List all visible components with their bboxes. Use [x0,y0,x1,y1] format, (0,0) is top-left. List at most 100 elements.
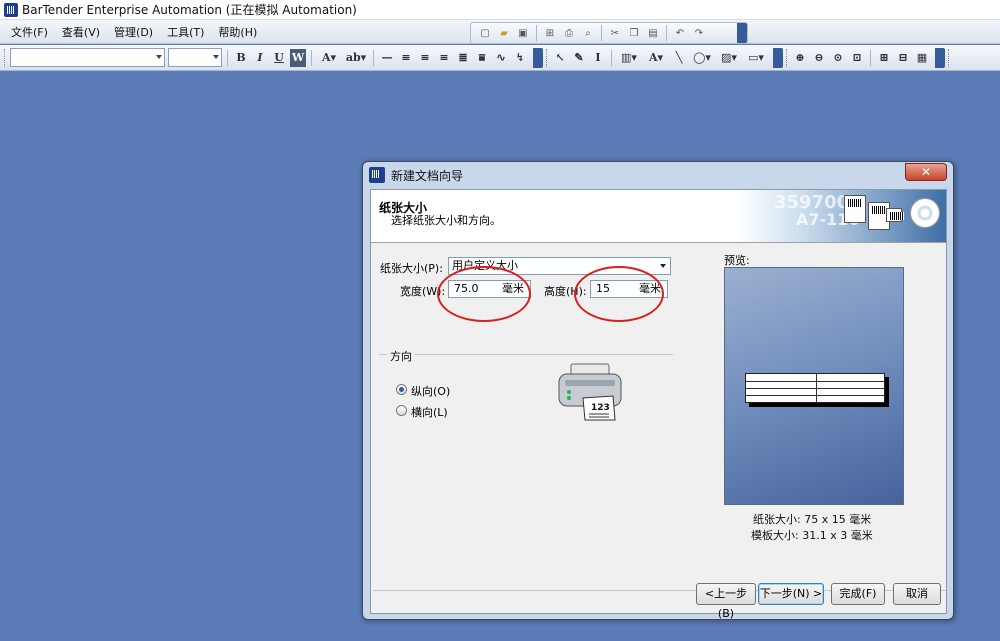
menu-admin[interactable]: 管理(D) [107,24,160,40]
toolbar-grip[interactable] [786,48,789,67]
align-left-icon[interactable]: ≡ [398,49,414,67]
font-size-combo[interactable] [168,48,222,67]
paste-icon[interactable]: ▤ [645,25,661,41]
toolbar-separator [373,49,374,66]
landscape-radio[interactable] [396,405,407,416]
ruler-icon[interactable]: ⊟ [895,49,911,67]
format-toolbar: B I U W A▾ ab▾ — ≡ ≡ ≡ ≣ ⩸ ∿ ↯ ↖ ✎ I ▥▾ … [0,45,1000,71]
picture-icon[interactable]: ▨▾ [717,49,741,67]
toolbar-overflow-chevron-icon[interactable] [533,47,543,68]
template-size-caption: 模板大小: 31.1 x 3 毫米 [751,529,873,542]
toolbar-overflow-chevron-icon[interactable] [773,47,783,68]
redo-icon[interactable]: ↷ [691,25,707,41]
justify-icon[interactable]: ≣ [455,49,471,67]
line-tool-icon[interactable]: ╲ [671,49,687,67]
zoom-in-icon[interactable]: ⊕ [792,49,808,67]
open-folder-icon[interactable]: ▰ [496,25,512,41]
label-grid-line [746,395,884,396]
pointer-icon[interactable]: ↖ [552,49,568,67]
new-document-wizard-dialog: 新建文档向导 ✕ 纸张大小 选择纸张大小和方向。 3597001 A7-116 … [362,161,954,620]
text-path-icon[interactable]: ∿ [493,49,509,67]
distribute-icon[interactable]: ⩸ [474,49,490,67]
zoom-out-icon[interactable]: ⊖ [811,49,827,67]
orientation-group-line [379,354,673,355]
print-preview-icon[interactable]: ⌕ [580,25,596,41]
text-object-icon[interactable]: A▾ [644,49,668,67]
underline-icon[interactable]: U [271,49,287,67]
bartender-app-icon [369,167,385,183]
align-right-icon[interactable]: ≡ [436,49,452,67]
toolbar-grip[interactable] [4,48,7,67]
menu-help[interactable]: 帮助(H) [211,24,264,40]
new-document-icon[interactable]: ▢ [477,25,493,41]
shape-icon[interactable]: ◯▾ [690,49,714,67]
landscape-label[interactable]: 横向(L) [411,404,448,420]
text-cursor-icon[interactable]: I [590,49,606,67]
toolbar-separator [601,25,602,41]
toolbar-separator [311,49,312,66]
dialog-body: 纸张大小 选择纸张大小和方向。 3597001 A7-116 纸张大小(P): … [370,189,947,620]
bartender-app-icon [4,2,18,17]
label-card-icon [844,195,866,223]
paper-size-caption: 纸张大小: 75 x 15 毫米 [753,513,872,526]
chevron-down-icon [156,55,162,59]
toolbar-overflow-chevron-icon[interactable] [935,47,945,68]
zoom-reset-icon[interactable]: ⊙ [830,49,846,67]
wizard-banner-image: 3597001 A7-116 [736,190,946,242]
zoom-fit-icon[interactable]: ⊡ [849,49,865,67]
menu-tools[interactable]: 工具(T) [160,24,211,40]
copy-icon[interactable]: ❐ [626,25,642,41]
bold-icon[interactable]: B [233,49,249,67]
paper-preview-pane [724,267,904,505]
wizard-step-subtitle: 选择纸张大小和方向。 [391,214,501,227]
height-highlight-circle [574,266,664,322]
toolbar-grip[interactable] [948,48,951,67]
portrait-label[interactable]: 纵向(O) [411,383,450,399]
finish-button[interactable]: 完成(F) [831,583,885,605]
chevron-down-icon [213,55,219,59]
pencil-icon[interactable]: ✎ [571,49,587,67]
chevron-down-icon [660,264,666,268]
database-icon[interactable]: ⊞ [542,25,558,41]
dialog-titlebar[interactable]: 新建文档向导 [363,162,953,188]
save-icon[interactable]: ▣ [515,25,531,41]
italic-icon[interactable]: I [252,49,268,67]
encoder-icon[interactable]: ▭▾ [744,49,768,67]
toolbar-overflow-chevron-icon[interactable] [737,23,747,43]
dialog-close-button[interactable]: ✕ [905,163,947,181]
align-center-icon[interactable]: ≡ [417,49,433,67]
cut-icon[interactable]: ✂ [607,25,623,41]
dialog-title: 新建文档向导 [391,168,464,183]
cancel-button[interactable]: 取消 [893,583,941,605]
layout-icon[interactable]: ▦ [914,49,930,67]
wizard-header: 纸张大小 选择纸张大小和方向。 3597001 A7-116 [371,190,946,243]
grid-icon[interactable]: ⊞ [876,49,892,67]
font-color-icon[interactable]: A▾ [317,49,341,67]
preview-label: 预览: [724,254,750,267]
print-icon[interactable]: ⎙ [561,25,577,41]
printer-label-text: 123 [591,403,610,413]
toolbar-separator [666,25,667,41]
label-grid-line [816,374,817,402]
menu-file[interactable]: 文件(F) [4,24,55,40]
toolbar-separator [536,25,537,41]
label-card-icon [886,208,904,222]
width-highlight-circle [437,266,531,322]
menu-view[interactable]: 查看(V) [55,24,107,40]
toolbar-grip[interactable] [546,48,549,67]
label-grid-line [746,388,884,389]
more-format-icon[interactable]: ↯ [512,49,528,67]
word-wrap-icon[interactable]: W [290,48,306,67]
next-button[interactable]: 下一步(N) > [758,583,824,605]
barcode-icon[interactable]: ▥▾ [617,49,641,67]
highlight-icon[interactable]: ab▾ [344,49,368,67]
orientation-group-label: 方向 [387,348,415,364]
portrait-radio[interactable] [396,384,407,395]
font-name-combo[interactable] [10,48,165,67]
standard-toolbar: ▢ ▰ ▣ ⊞ ⎙ ⌕ ✂ ❐ ▤ ↶ ↷ [470,22,748,44]
undo-icon[interactable]: ↶ [672,25,688,41]
paper-size-label: 纸张大小(P): [380,262,443,275]
line-icon[interactable]: — [379,49,395,67]
back-button[interactable]: <上一步(B) [696,583,756,620]
printer-icon: 123 [558,363,622,421]
